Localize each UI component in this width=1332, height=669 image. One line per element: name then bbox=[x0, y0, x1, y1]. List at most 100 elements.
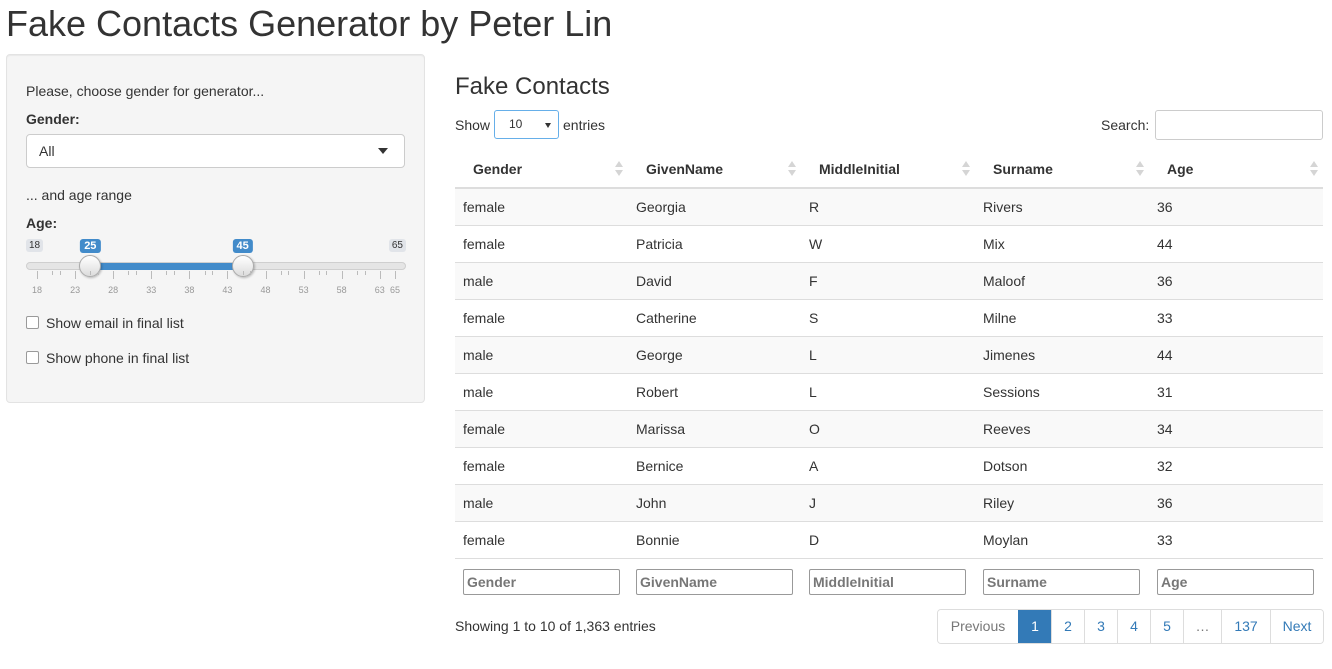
cell-middleinitial: L bbox=[801, 335, 975, 373]
slider-tick bbox=[90, 271, 92, 275]
slider-tick bbox=[128, 271, 130, 275]
table-row[interactable]: male George L Jimenes 44 bbox=[455, 335, 1323, 373]
slider-tick-label: 38 bbox=[184, 285, 195, 295]
pagination-previous-button[interactable]: Previous bbox=[938, 610, 1018, 643]
column-header-label: Gender bbox=[473, 160, 523, 177]
slider-from-value: 25 bbox=[80, 239, 101, 253]
pagination-page-button[interactable]: 3 bbox=[1084, 610, 1117, 643]
table-row[interactable]: male John J Riley 36 bbox=[455, 483, 1323, 521]
age-range-slider[interactable]: 18 65 25 45 18 23 28 33 38 43 48 53 58 63 65 bbox=[26, 235, 406, 295]
email-checkbox-row[interactable]: Show email in final list bbox=[26, 315, 184, 331]
cell-middleinitial: R bbox=[801, 187, 975, 225]
filter-cell: GivenName bbox=[628, 557, 801, 598]
show-label: Show bbox=[455, 117, 491, 133]
filter-input-givenname[interactable]: GivenName bbox=[636, 568, 793, 595]
pagination-page-button[interactable]: 5 bbox=[1150, 610, 1183, 643]
sidebar-panel: Please, choose gender for generator... G… bbox=[6, 54, 425, 403]
cell-age: 44 bbox=[1149, 224, 1323, 262]
slider-tick-label: 63 bbox=[374, 285, 385, 295]
filter-cell: MiddleInitial bbox=[801, 557, 975, 598]
cell-middleinitial: F bbox=[801, 261, 975, 299]
cell-age: 31 bbox=[1149, 372, 1323, 410]
slider-tick-label: 65 bbox=[389, 285, 401, 295]
slider-tick bbox=[166, 271, 168, 275]
table-row[interactable]: male David F Maloof 36 bbox=[455, 261, 1323, 299]
table-row[interactable]: male Robert L Sessions 31 bbox=[455, 372, 1323, 410]
cell-gender: male bbox=[455, 372, 628, 410]
slider-tick bbox=[395, 271, 396, 279]
filter-input-age[interactable]: Age bbox=[1157, 568, 1314, 595]
cell-gender: female bbox=[455, 520, 628, 558]
column-header-label: MiddleInitial bbox=[819, 160, 900, 177]
pagination-next-button[interactable]: Next bbox=[1270, 610, 1323, 643]
column-header-gender[interactable]: Gender bbox=[455, 150, 628, 189]
cell-givenname: George bbox=[628, 335, 801, 373]
pagination-page-button[interactable]: 1 bbox=[1018, 610, 1051, 643]
slider-tick bbox=[265, 271, 267, 279]
cell-middleinitial: D bbox=[801, 520, 975, 558]
table-row[interactable]: female Marissa O Reeves 34 bbox=[455, 409, 1323, 447]
column-header-givenname[interactable]: GivenName bbox=[628, 150, 801, 189]
cell-givenname: Robert bbox=[628, 372, 801, 410]
cell-gender: female bbox=[455, 409, 628, 447]
filter-input-gender[interactable]: Gender bbox=[463, 568, 620, 595]
entries-label: entries bbox=[563, 117, 606, 133]
page-length-select[interactable]: 10 bbox=[494, 110, 559, 139]
search-input[interactable] bbox=[1155, 110, 1323, 140]
column-header-middleinitial[interactable]: MiddleInitial bbox=[801, 150, 975, 189]
pagination-page-button[interactable]: 4 bbox=[1117, 610, 1150, 643]
sort-icon bbox=[962, 161, 971, 177]
slider-tick-label: 43 bbox=[222, 285, 233, 295]
email-checkbox[interactable] bbox=[26, 316, 39, 329]
cell-givenname: Georgia bbox=[628, 187, 801, 225]
cell-gender: male bbox=[455, 483, 628, 521]
filter-input-surname[interactable]: Surname bbox=[983, 568, 1140, 595]
column-header-age[interactable]: Age bbox=[1149, 150, 1323, 189]
slider-tick bbox=[379, 271, 381, 279]
chevron-down-icon bbox=[378, 148, 388, 154]
slider-tick bbox=[189, 271, 191, 279]
column-header-surname[interactable]: Surname bbox=[975, 150, 1149, 189]
age-intro-text: ... and age range bbox=[26, 187, 132, 203]
phone-checkbox-row[interactable]: Show phone in final list bbox=[26, 350, 189, 366]
gender-select-value: All bbox=[39, 143, 55, 159]
contacts-table: Gender GivenName MiddleInitial Surname A… bbox=[455, 150, 1323, 598]
table-row[interactable]: female Georgia R Rivers 36 bbox=[455, 187, 1323, 225]
slider-tick bbox=[52, 271, 54, 275]
pagination-page-button[interactable]: 2 bbox=[1051, 610, 1084, 643]
pagination-page-button[interactable]: 137 bbox=[1221, 610, 1270, 643]
table-header-row: Gender GivenName MiddleInitial Surname A… bbox=[455, 150, 1323, 189]
cell-surname: Rivers bbox=[975, 187, 1149, 225]
gender-select[interactable]: All bbox=[26, 134, 405, 168]
column-header-label: Age bbox=[1167, 160, 1194, 177]
slider-tick bbox=[97, 271, 99, 275]
filter-cell: Gender bbox=[455, 557, 628, 598]
app-title: Fake Contacts Generator by Peter Lin bbox=[6, 3, 613, 44]
column-filter-row: Gender GivenName MiddleInitial Surname A… bbox=[455, 557, 1323, 598]
table-row[interactable]: female Patricia W Mix 44 bbox=[455, 224, 1323, 262]
cell-givenname: Catherine bbox=[628, 298, 801, 336]
email-checkbox-label: Show email in final list bbox=[46, 315, 184, 331]
chevron-down-icon bbox=[545, 123, 551, 128]
phone-checkbox[interactable] bbox=[26, 351, 39, 364]
cell-surname: Moylan bbox=[975, 520, 1149, 558]
sort-icon bbox=[788, 161, 797, 177]
cell-givenname: Bonnie bbox=[628, 520, 801, 558]
column-header-label: Surname bbox=[993, 160, 1053, 177]
slider-tick bbox=[341, 271, 343, 279]
pagination: Previous 1 2 3 4 5 … 137 Next bbox=[937, 609, 1324, 644]
table-row[interactable]: female Bernice A Dotson 32 bbox=[455, 446, 1323, 484]
cell-givenname: Patricia bbox=[628, 224, 801, 262]
table-row[interactable]: female Catherine S Milne 33 bbox=[455, 298, 1323, 336]
cell-middleinitial: O bbox=[801, 409, 975, 447]
table-row[interactable]: female Bonnie D Moylan 33 bbox=[455, 520, 1323, 558]
filter-input-middleinitial[interactable]: MiddleInitial bbox=[809, 568, 966, 595]
slider-selected-range bbox=[90, 263, 243, 270]
cell-middleinitial: S bbox=[801, 298, 975, 336]
cell-surname: Milne bbox=[975, 298, 1149, 336]
cell-surname: Sessions bbox=[975, 372, 1149, 410]
cell-surname: Riley bbox=[975, 483, 1149, 521]
cell-surname: Reeves bbox=[975, 409, 1149, 447]
slider-min-label: 18 bbox=[26, 239, 44, 252]
cell-gender: female bbox=[455, 187, 628, 225]
